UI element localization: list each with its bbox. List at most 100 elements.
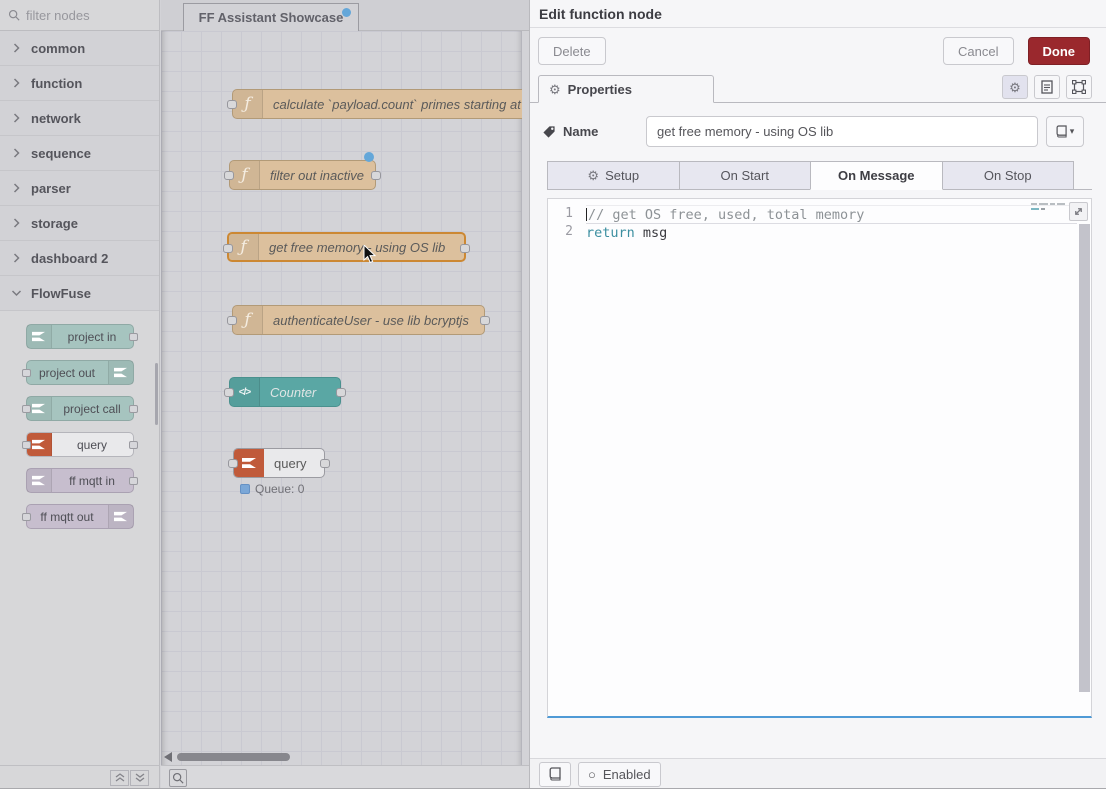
collapse-all-button[interactable] (110, 770, 129, 786)
node-port[interactable] (22, 369, 31, 377)
cancel-button[interactable]: Cancel (943, 37, 1013, 65)
flow-node-get-free-memory[interactable]: ƒ get free memory - using OS lib (227, 232, 466, 262)
gear-icon: ⚙ (1009, 81, 1021, 94)
node-name-input[interactable] (646, 116, 1038, 147)
tab-on-stop[interactable]: On Stop (942, 161, 1075, 190)
node-input-port[interactable] (227, 316, 237, 325)
category-label: common (31, 41, 85, 56)
panel-title: Edit function node (539, 6, 662, 22)
node-input-port[interactable] (224, 171, 234, 180)
tab-label: On Start (721, 168, 769, 183)
chevron-right-icon (12, 148, 21, 158)
appearance-view-button[interactable] (1066, 75, 1092, 99)
code-comment: // get OS free, used, total memory (588, 207, 864, 223)
canvas-horizontal-scrollbar[interactable] (164, 752, 290, 762)
canvas-search-button[interactable] (169, 769, 187, 787)
palette-category-dashboard2[interactable]: dashboard 2 (0, 241, 159, 276)
code-lines[interactable]: // get OS free, used, total memory retur… (586, 199, 1077, 242)
palette-category-storage[interactable]: storage (0, 206, 159, 241)
description-view-button[interactable] (1034, 75, 1060, 99)
flow-node-authenticate-user[interactable]: ƒ authenticateUser - use lib bcryptjs (232, 305, 485, 335)
node-output-port[interactable] (371, 171, 381, 180)
palette-node-project-call[interactable]: project call (26, 396, 134, 421)
name-field-label: Name (542, 124, 646, 139)
tab-label: Setup (605, 168, 639, 183)
node-port[interactable] (129, 441, 138, 449)
flow-canvas[interactable]: ƒ calculate `payload.count` primes start… (161, 31, 522, 765)
palette-node-label: ff mqtt in (52, 469, 133, 492)
flow-node-filter-out-inactive[interactable]: ƒ filter out inactive (229, 160, 376, 190)
node-output-port[interactable] (336, 388, 346, 397)
node-input-port[interactable] (227, 100, 237, 109)
palette-node-project-out[interactable]: project out (26, 360, 134, 385)
palette-scrollbar[interactable] (155, 363, 158, 425)
editor-scrollbar[interactable] (1079, 224, 1090, 692)
node-port[interactable] (129, 333, 138, 341)
node-input-port[interactable] (228, 459, 238, 468)
node-input-port[interactable] (224, 388, 234, 397)
node-port[interactable] (22, 441, 31, 449)
node-info-library-button[interactable] (539, 762, 571, 787)
palette-node-project-in[interactable]: project in (26, 324, 134, 349)
book-icon (549, 767, 561, 781)
palette-filter-input[interactable] (26, 8, 146, 23)
palette-node-query[interactable]: query (26, 432, 134, 457)
function-icon: ƒ (229, 234, 259, 260)
palette-category-sequence[interactable]: sequence (0, 136, 159, 171)
expand-all-button[interactable] (130, 770, 149, 786)
flow-tab-label: FF Assistant Showcase (199, 10, 344, 25)
code-line-2[interactable]: return msg (586, 224, 1077, 242)
palette-node-ff-mqtt-in[interactable]: ff mqtt in (26, 468, 134, 493)
properties-view-button[interactable]: ⚙ (1002, 75, 1028, 99)
flow-node-query[interactable]: query Queue: 0 (233, 448, 325, 478)
palette-category-network[interactable]: network (0, 101, 159, 136)
node-output-port[interactable] (460, 244, 470, 253)
chevron-right-icon (12, 253, 21, 263)
done-button[interactable]: Done (1028, 37, 1091, 65)
double-chevron-down-icon (135, 773, 145, 782)
code-keyword: return (586, 225, 635, 241)
scrollbar-thumb[interactable] (177, 753, 290, 761)
tab-on-message[interactable]: On Message (810, 161, 943, 190)
double-chevron-up-icon (115, 773, 125, 782)
palette-search[interactable] (0, 0, 159, 31)
function-icon: ƒ (233, 306, 263, 334)
node-port[interactable] (129, 405, 138, 413)
tab-on-start[interactable]: On Start (679, 161, 812, 190)
flowfuse-icon (27, 469, 52, 492)
tab-label: On Stop (984, 168, 1032, 183)
flow-node-counter[interactable]: </> Counter (229, 377, 341, 407)
tab-setup[interactable]: ⚙ Setup (547, 161, 680, 190)
line-number-gutter: 1 2 (548, 199, 586, 716)
category-label: function (31, 76, 82, 91)
panel-footer: ○ Enabled (530, 758, 1106, 789)
palette-category-common[interactable]: common (0, 31, 159, 66)
workspace-footer (161, 765, 529, 789)
flow-node-calculate-primes[interactable]: ƒ calculate `payload.count` primes start… (232, 89, 522, 119)
code-line-1[interactable]: // get OS free, used, total memory (586, 205, 1077, 224)
editor-minimap (1031, 203, 1065, 213)
palette-category-parser[interactable]: parser (0, 171, 159, 206)
code-editor[interactable]: 1 2 // get OS free, used, total memory r… (547, 198, 1092, 718)
tab-properties[interactable]: ⚙ Properties (538, 75, 714, 103)
node-port[interactable] (129, 477, 138, 485)
code-icon: </> (230, 378, 260, 406)
palette-flowfuse-nodes: project in project out project call quer… (0, 311, 159, 529)
panel-tab-strip: ⚙ Properties ⚙ (530, 74, 1106, 103)
node-input-port[interactable] (223, 244, 233, 253)
status-dot (240, 484, 250, 494)
expand-editor-button[interactable] (1069, 202, 1088, 221)
palette-category-function[interactable]: function (0, 66, 159, 101)
node-port[interactable] (22, 405, 31, 413)
palette-node-ff-mqtt-out[interactable]: ff mqtt out (26, 504, 134, 529)
node-output-port[interactable] (320, 459, 330, 468)
palette-category-flowfuse[interactable]: FlowFuse (0, 276, 159, 311)
node-enabled-toggle[interactable]: ○ Enabled (578, 762, 661, 787)
node-output-port[interactable] (480, 316, 490, 325)
library-button[interactable]: ▾ (1046, 116, 1084, 147)
flow-tab[interactable]: FF Assistant Showcase (183, 3, 359, 31)
delete-button[interactable]: Delete (538, 37, 606, 65)
panel-header: Edit function node (530, 0, 1106, 28)
object-group-icon (1072, 80, 1086, 94)
node-port[interactable] (22, 513, 31, 521)
